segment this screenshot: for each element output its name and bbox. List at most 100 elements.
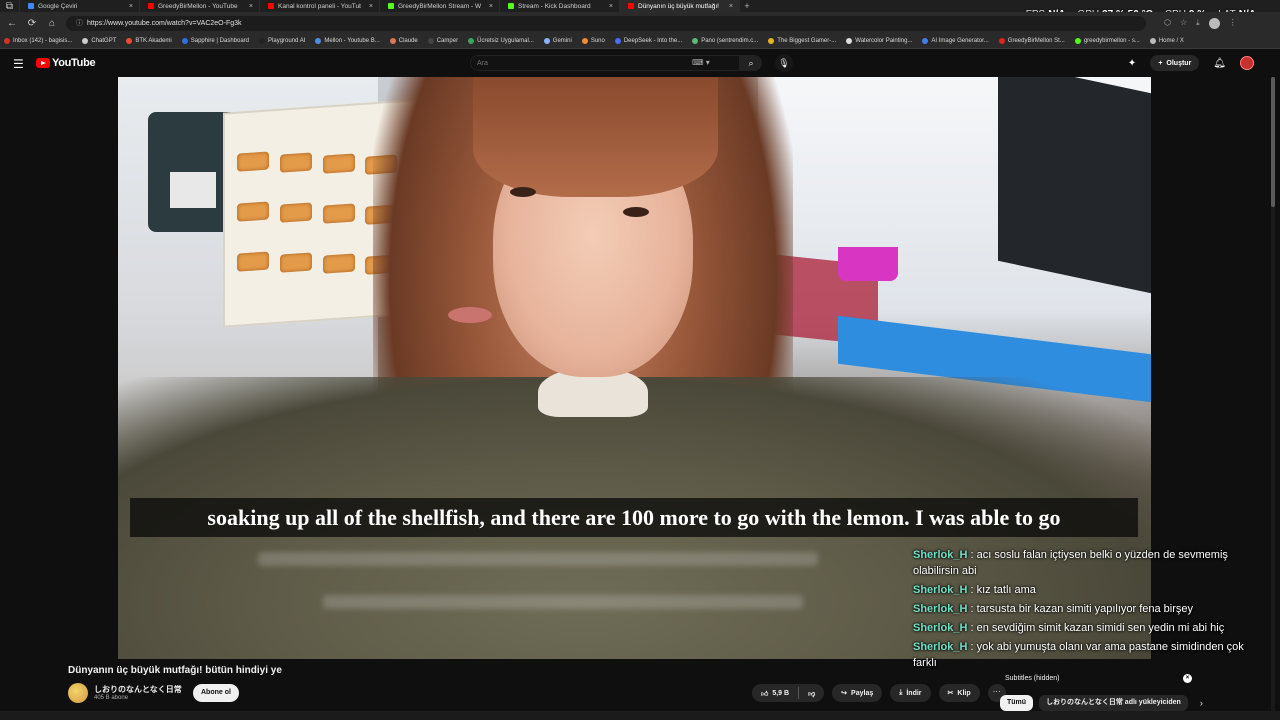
close-icon[interactable]: × — [1183, 673, 1192, 683]
tab-google-translate[interactable]: Google Çeviri × — [20, 0, 140, 12]
bookmark-item[interactable]: Home / X — [1149, 38, 1184, 44]
bookmark-item[interactable]: BTK Akademi — [126, 38, 172, 44]
bookmark-item[interactable]: Gemini — [543, 38, 572, 44]
tab-current-video[interactable]: Dünyanın üç büyük mutfağı! bütü × — [620, 0, 740, 12]
tab-kick-dashboard[interactable]: Stream - Kick Dashboard × — [500, 0, 620, 12]
chat-message: Sherlok_H : en sevdiğim simit kazan simi… — [913, 620, 1258, 636]
bookmark-item[interactable]: Inbox (142) - bagisis... — [4, 38, 72, 44]
chevron-right-icon[interactable]: › — [1200, 698, 1203, 708]
home-icon[interactable]: ⌂ — [46, 18, 58, 29]
voice-search-button[interactable]: 🎙 — [775, 54, 793, 72]
tab-favicon-icon — [148, 3, 154, 9]
clip-button[interactable]: ✂ Klip — [938, 684, 980, 702]
bookmark-label: GreedyBirMellon St... — [1007, 38, 1065, 44]
tab-label: Stream - Kick Dashboard — [518, 2, 591, 10]
like-button[interactable]: 👍︎ 5,9 B — [752, 689, 798, 698]
tab-kick-stream[interactable]: GreedyBirMellon Stream - Watch × — [380, 0, 500, 12]
url-field[interactable]: ⓘ https://www.youtube.com/watch?v=VAC2eO… — [66, 15, 1146, 31]
bookmark-label: Ücretsiz Uygulamal... — [477, 38, 534, 44]
bookmark-label: AI Image Generator... — [931, 38, 989, 44]
bookmark-item[interactable]: Mellon - Youtube B... — [315, 38, 380, 44]
profile-avatar[interactable] — [1208, 17, 1220, 29]
bookmark-item[interactable]: Suno — [581, 38, 605, 44]
download-label: İndir — [906, 689, 922, 697]
bookmark-label: Home / X — [1158, 38, 1184, 44]
bookmark-item[interactable]: Playground AI — [259, 38, 305, 44]
scrollbar-thumb[interactable] — [1271, 77, 1275, 207]
page-scrollbar[interactable] — [1271, 77, 1275, 720]
extension-puzzle-icon[interactable]: ✦ — [1128, 58, 1136, 69]
new-tab-button[interactable]: + — [740, 1, 754, 11]
bookmark-label: DeepSeek - Into the... — [623, 38, 683, 44]
site-info-icon[interactable]: ⓘ — [76, 18, 83, 28]
bookmark-item[interactable]: greedybirmellon - s... — [1074, 38, 1140, 44]
bookmark-item[interactable]: The Biggest Gamer-... — [768, 38, 836, 44]
bookmark-label: Camper — [436, 38, 459, 44]
subscribe-button[interactable]: Abone ol — [193, 684, 239, 702]
reload-icon[interactable]: ⟳ — [26, 18, 38, 29]
tab-favicon-icon — [28, 3, 34, 9]
bookmark-favicon-icon — [614, 38, 621, 44]
tab-favicon-icon — [508, 3, 514, 9]
extension-icon[interactable]: ⬡ — [1164, 18, 1171, 29]
bookmark-item[interactable]: Camper — [427, 38, 459, 44]
tab-label: GreedyBirMellon - YouTube — [158, 2, 238, 10]
bookmark-item[interactable]: Claude — [389, 38, 418, 44]
dislike-button[interactable]: 👎︎ — [799, 689, 824, 698]
create-label: Oluştur — [1166, 59, 1192, 67]
close-icon[interactable]: × — [249, 3, 253, 10]
chat-username: Sherlok_H — [913, 549, 968, 561]
bookmark-item[interactable]: GreedyBirMellon St... — [998, 38, 1065, 44]
close-icon[interactable]: × — [129, 3, 133, 10]
hamburger-menu-icon[interactable]: ☰ — [13, 57, 24, 71]
kebab-menu-icon[interactable]: ⋮ — [1229, 18, 1237, 29]
bookmark-item[interactable]: Ücretsiz Uygulamal... — [468, 38, 534, 44]
chip-all[interactable]: Tümü — [1000, 695, 1034, 711]
download-button[interactable]: ⤓ İndir — [890, 684, 931, 702]
close-icon[interactable]: × — [369, 3, 373, 10]
close-icon[interactable]: × — [609, 3, 613, 10]
video-frame-bangs — [473, 77, 718, 197]
bookmark-favicon-icon — [998, 38, 1005, 44]
search-input[interactable] — [477, 59, 677, 67]
bookmark-item[interactable]: DeepSeek - Into the... — [614, 38, 683, 44]
account-avatar[interactable] — [1240, 56, 1254, 70]
bookmark-item[interactable]: Sapphire | Dashboard — [181, 38, 249, 44]
tab-youtube-channel[interactable]: GreedyBirMellon - YouTube × — [140, 0, 260, 12]
chat-username: Sherlok_H — [913, 622, 968, 634]
share-button[interactable]: ↪ Paylaş — [832, 684, 883, 702]
bookmark-label: The Biggest Gamer-... — [777, 38, 837, 44]
tab-favicon-icon — [268, 3, 274, 9]
bookmark-favicon-icon — [389, 38, 396, 44]
channel-avatar[interactable] — [68, 683, 88, 703]
bookmark-star-icon[interactable]: ☆ — [1180, 18, 1187, 29]
tab-menu-button[interactable]: ⧉ — [0, 0, 20, 12]
chat-message: Sherlok_H : yok abi yumuşta olanı var am… — [913, 639, 1258, 671]
tab-youtube-studio[interactable]: Kanal kontrol paneli - YouTube St × — [260, 0, 380, 12]
bookmark-item[interactable]: AI Image Generator... — [922, 38, 989, 44]
video-subtitle: soaking up all of the shellfish, and the… — [130, 498, 1138, 537]
search-icon: ⌕ — [748, 58, 754, 68]
subtitles-toggle-row[interactable]: Subtitles (hidden) × — [1000, 671, 1198, 685]
keyboard-icon[interactable]: ⌨ ▾ — [692, 58, 710, 67]
tab-favicon-icon — [388, 3, 394, 9]
notifications-bell-icon[interactable]: 🔔︎ — [1213, 58, 1226, 69]
create-button[interactable]: + Oluştur — [1150, 55, 1200, 71]
close-icon[interactable]: × — [489, 3, 493, 10]
bookmark-item[interactable]: Pano (sentrendim.c... — [692, 38, 758, 44]
close-icon[interactable]: × — [729, 3, 733, 10]
channel-name[interactable]: しおりのなんとなく日常 — [94, 684, 182, 695]
bookmark-item[interactable]: ChatGPT — [82, 38, 116, 44]
search-button[interactable]: ⌕ — [740, 55, 762, 71]
back-icon[interactable]: ← — [6, 18, 18, 29]
chat-text: : tarsusta bir kazan simiti yapılıyor fe… — [970, 603, 1194, 615]
youtube-header: ☰ YouTube ⌨ ▾ ⌕ 🎙 ✦ + Oluştur 🔔︎ — [0, 49, 1280, 77]
youtube-logo[interactable]: YouTube — [36, 57, 96, 69]
chip-from-uploader[interactable]: しおりのなんとなく日常 adlı yükleyiciden — [1039, 695, 1188, 711]
video-frame-shop-sign — [998, 77, 1151, 294]
video-frame-eye — [623, 207, 649, 217]
video-frame-eye — [510, 187, 536, 197]
download-icon[interactable]: ⤓ — [1196, 18, 1200, 29]
bookmark-item[interactable]: Watercolor Painting... — [846, 38, 912, 44]
chat-message: Sherlok_H : kız tatlı ama — [913, 582, 1258, 598]
